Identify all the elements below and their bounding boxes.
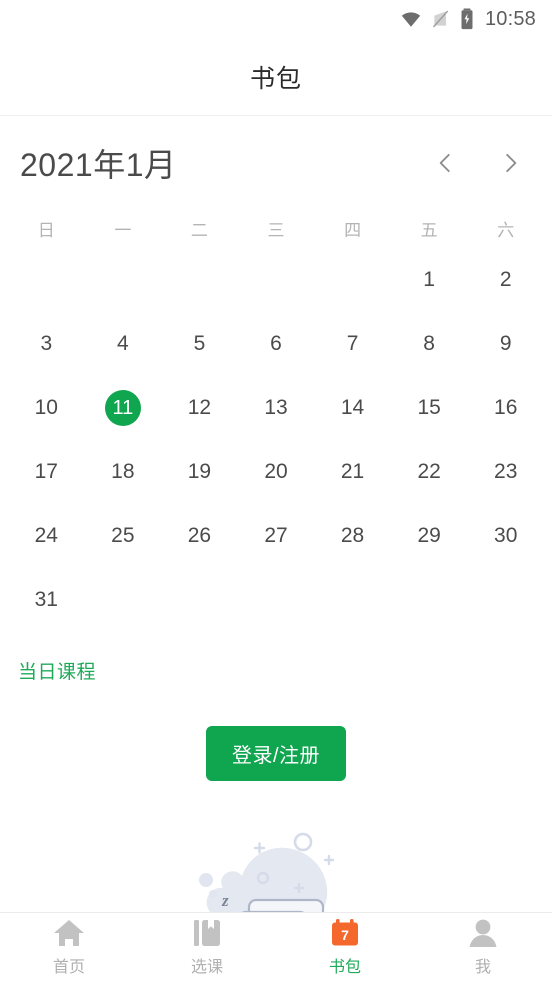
calendar-month-bar: 2021年1月: [0, 116, 552, 194]
tab-label-选课: 选课: [190, 959, 223, 976]
calendar-grid: 日一二三四五六 1 2 3 4 5 6 7 8 9 10 11 12 13 14 15 16 17 18 19 20 2…: [0, 216, 552, 625]
login-register-button[interactable]: 登录/注册: [205, 726, 347, 781]
tab-label-我: 我: [474, 959, 491, 976]
battery-charging-icon: [460, 8, 474, 30]
calendar-day-19[interactable]: 19: [161, 447, 238, 497]
calendar-day-28[interactable]: 28: [314, 511, 391, 561]
calendar-selected-day[interactable]: 11: [104, 390, 141, 426]
calendar-empty-cell: [161, 575, 238, 625]
calendar-empty-cell: [391, 575, 468, 625]
calendar-day-7[interactable]: 7: [314, 319, 391, 369]
calendar-day-26[interactable]: 26: [161, 511, 238, 561]
calendar-weekday-5: 五: [420, 221, 438, 240]
status-bar-clock: 10:58: [484, 7, 536, 30]
calendar-body: 1 2 3 4 5 6 7 8 9 10 11 12 13 14 15 16 17 18 19 20 21 22 23 24 2…: [8, 255, 544, 625]
calendar-empty-cell: [238, 575, 315, 625]
calendar-week-row: 10 11 12 13 14 15 16: [8, 383, 544, 433]
calendar-day-22[interactable]: 22: [391, 447, 468, 497]
calendar-day-16[interactable]: 16: [467, 383, 544, 433]
calendar-empty-cell: [85, 575, 162, 625]
calendar-empty-cell: [85, 255, 162, 305]
calendar-day-21[interactable]: 21: [314, 447, 391, 497]
status-bar: 10:58: [0, 0, 552, 38]
calendar-day-25[interactable]: 25: [85, 511, 162, 561]
calendar-day-2[interactable]: 2: [467, 255, 544, 305]
calendar-day-14[interactable]: 14: [314, 383, 391, 433]
tab-选课[interactable]: 选课: [138, 918, 276, 977]
calendar-week-row: 17 18 19 20 21 22 23: [8, 447, 544, 497]
person-icon: [467, 918, 499, 948]
book-bookmark-icon: [191, 918, 223, 948]
svg-text:z: z: [221, 891, 229, 910]
tab-label-首页: 首页: [52, 959, 85, 976]
calendar-empty-cell: [238, 255, 315, 305]
page-header: 书包: [0, 38, 552, 116]
calendar-day-27[interactable]: 27: [238, 511, 315, 561]
today-courses-label[interactable]: 当日课程: [18, 657, 552, 684]
calendar-empty-cell: [314, 575, 391, 625]
login-button-container: 登录/注册: [0, 726, 552, 781]
bottom-tab-bar: 首页 选课 7 书包 我: [0, 912, 552, 982]
calendar-icon: 7: [329, 918, 361, 948]
calendar-day-12[interactable]: 12: [161, 383, 238, 433]
tab-我[interactable]: 我: [414, 918, 552, 977]
calendar-day-13[interactable]: 13: [238, 383, 315, 433]
calendar-day-8[interactable]: 8: [391, 319, 468, 369]
wifi-icon: [400, 8, 422, 30]
calendar-week-row: 31: [8, 575, 544, 625]
month-navigation: [432, 150, 530, 176]
calendar-week-row: 24 25 26 27 28 29 30: [8, 511, 544, 561]
calendar-day-24[interactable]: 24: [8, 511, 85, 561]
tab-首页[interactable]: 首页: [0, 918, 138, 977]
page-title: 书包: [249, 64, 302, 93]
calendar-empty-cell: [467, 575, 544, 625]
calendar-day-5[interactable]: 5: [161, 319, 238, 369]
calendar-day-30[interactable]: 30: [467, 511, 544, 561]
calendar-day-6[interactable]: 6: [238, 319, 315, 369]
calendar-day-18[interactable]: 18: [85, 447, 162, 497]
calendar-day-4[interactable]: 4: [85, 319, 162, 369]
app-screen: 10:58 书包 2021年1月 日一二三四五六 1 2 3 4 5 6 7 8 9 10 11 12…: [0, 0, 552, 982]
calendar-day-15[interactable]: 15: [391, 383, 468, 433]
svg-text:7: 7: [341, 927, 349, 943]
calendar-day-29[interactable]: 29: [391, 511, 468, 561]
calendar-day-9[interactable]: 9: [467, 319, 544, 369]
tab-书包[interactable]: 7 书包: [276, 918, 414, 977]
calendar-day-3[interactable]: 3: [8, 319, 85, 369]
sleeping-cards-illustration: z z: [0, 822, 552, 914]
calendar-weekday-3: 三: [267, 221, 285, 240]
calendar-day-17[interactable]: 17: [8, 447, 85, 497]
signal-icon: [431, 8, 451, 30]
calendar-day-20[interactable]: 20: [238, 447, 315, 497]
calendar-empty-cell: [314, 255, 391, 305]
calendar-day-31[interactable]: 31: [8, 575, 85, 625]
calendar-day-1[interactable]: 1: [391, 255, 468, 305]
calendar-empty-cell: [161, 255, 238, 305]
chevron-left-icon[interactable]: [432, 150, 458, 176]
calendar-weekday-0: 日: [37, 221, 55, 240]
chevron-right-icon[interactable]: [498, 150, 524, 176]
calendar-weekday-1: 一: [114, 221, 132, 240]
calendar-week-row: 12: [8, 255, 544, 305]
calendar-empty-cell: [8, 255, 85, 305]
calendar-day-23[interactable]: 23: [467, 447, 544, 497]
tab-label-书包: 书包: [328, 959, 361, 976]
calendar-weekday-2: 二: [190, 221, 208, 240]
month-label: 2021年1月: [20, 147, 177, 183]
calendar-day-11[interactable]: 11: [85, 383, 162, 433]
calendar-week-row: 3456789: [8, 319, 544, 369]
calendar-weekday-row: 日一二三四五六: [8, 216, 544, 241]
calendar-weekday-4: 四: [344, 221, 362, 240]
calendar-weekday-6: 六: [497, 221, 515, 240]
home-icon: [52, 918, 86, 948]
calendar-day-10[interactable]: 10: [8, 383, 85, 433]
